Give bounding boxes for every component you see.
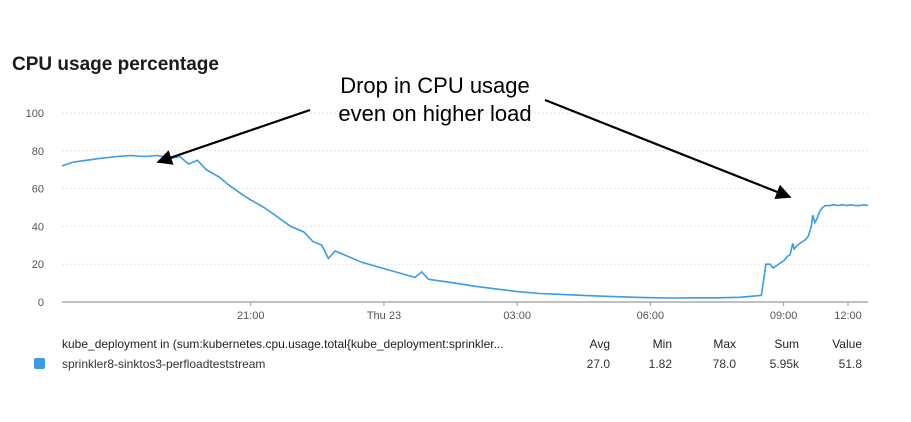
legend-col-value[interactable]: Value: [812, 337, 862, 351]
annotation-text: Drop in CPU usage even on higher load: [300, 72, 570, 128]
y-axis-ticks: 0 20 40 60 80 100: [26, 108, 44, 309]
legend-col-avg[interactable]: Avg: [560, 337, 610, 351]
x-tick-label: 21:00: [237, 310, 265, 322]
legend-header: kube_deployment in (sum:kubernetes.cpu.u…: [62, 337, 504, 351]
legend-max-value: 78.0: [712, 357, 736, 371]
cpu-usage-chart: 0 20 40 60 80 100 21:00 Thu 23 03:00 06:00 09:00 1…: [26, 98, 869, 322]
gridlines: [62, 112, 868, 303]
x-tick-label: 09:00: [770, 310, 798, 322]
legend-col-max[interactable]: Max: [686, 337, 736, 351]
legend-col-sum[interactable]: Sum: [749, 337, 799, 351]
series-color-swatch: [34, 358, 45, 369]
annotation-line-1: Drop in CPU usage: [340, 73, 530, 98]
annotation-line-2: even on higher load: [338, 101, 532, 126]
x-tick-label: Thu 23: [367, 310, 401, 322]
legend-col-min[interactable]: Min: [622, 337, 672, 351]
x-tick-label: 03:00: [503, 310, 531, 322]
annotation-arrow: [544, 98, 792, 200]
y-tick-label: 100: [26, 108, 44, 120]
annotation-arrow: [156, 108, 311, 165]
x-tick-label: 12:00: [834, 310, 862, 322]
legend-min-value: 1.82: [648, 357, 672, 371]
y-tick-label: 40: [32, 221, 44, 233]
y-tick-label: 80: [32, 146, 44, 158]
legend-value-value: 51.8: [838, 357, 862, 371]
x-axis-ticks: 21:00 Thu 23 03:00 06:00 09:00 12:00: [237, 302, 862, 322]
legend-series-name[interactable]: sprinkler8-sinktos3-perfloadteststream: [62, 357, 265, 371]
y-tick-label: 60: [32, 184, 44, 196]
y-tick-label: 20: [32, 259, 44, 271]
legend-sum-value: 5.95k: [769, 357, 799, 371]
legend-avg-value: 27.0: [586, 357, 610, 371]
x-tick-label: 06:00: [637, 310, 665, 322]
y-tick-label: 0: [38, 297, 44, 309]
